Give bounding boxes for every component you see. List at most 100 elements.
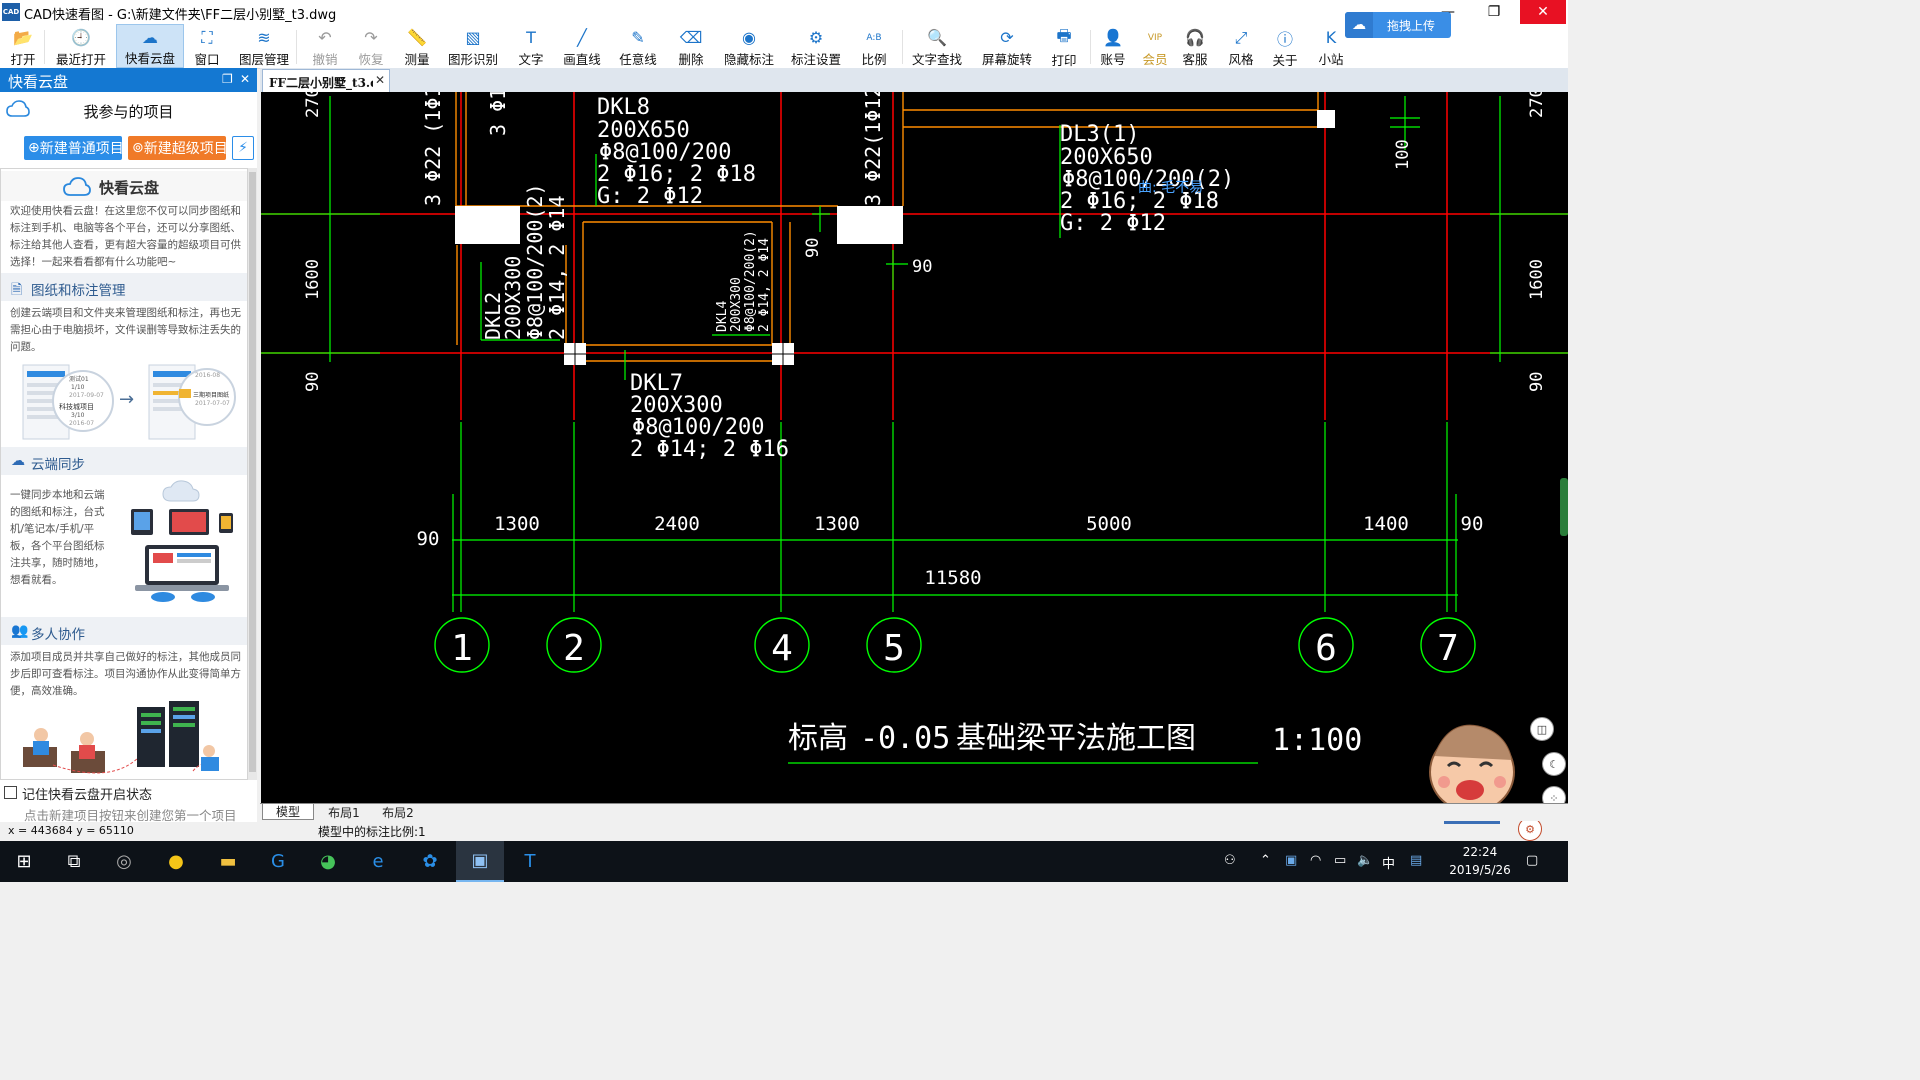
toolbar-folder-button[interactable]: 📂 打开	[0, 24, 46, 68]
toolbar-style-button[interactable]: ⤢ 风格	[1218, 24, 1264, 68]
toolbar-window-button[interactable]: ⛶ 窗口	[186, 24, 228, 68]
tab-close-icon[interactable]: ✕	[375, 73, 385, 87]
panel-close-icon[interactable]: ✕	[240, 72, 250, 86]
left-panel-header: 快看云盘 ❐ ✕	[0, 68, 257, 92]
scrollbar-thumb[interactable]	[249, 172, 256, 772]
toolbar-settings-button[interactable]: ⚙ 标注设置	[784, 24, 848, 68]
toolbar-vip-button[interactable]: VIP 会员	[1136, 24, 1174, 68]
cad-drawing-canvas[interactable]: DKL8 200X650 Φ8@100/200 2 Φ16; 2 Φ18 G: …	[261, 92, 1568, 803]
toolbar-headset-button[interactable]: 🎧 客服	[1174, 24, 1216, 68]
close-button[interactable]: ✕	[1520, 0, 1566, 24]
app-swirl-icon[interactable]: ◎	[100, 841, 148, 882]
illus-label: 3/10	[71, 412, 85, 419]
cloud-upload-icon: ☁	[1345, 12, 1373, 38]
dkl2-size: 200X300	[501, 256, 525, 340]
cloud-sync-illustration	[131, 480, 233, 602]
canvas-scroll-handle[interactable]	[1560, 478, 1568, 536]
app-blue-g-icon[interactable]: G	[254, 841, 302, 882]
dkl4-labels: DKL4 200X300 Φ8@100/200(2) 2 Φ14, 2 Φ14	[715, 230, 772, 332]
dim-5000: 5000	[1086, 513, 1132, 535]
toolbar-text-search-button[interactable]: 🔍 文字查找	[902, 24, 972, 68]
super-project-icon: ⊚	[132, 140, 144, 156]
toolbar-printer-button[interactable]: 🖶 打印	[1040, 24, 1088, 69]
axis-label-7: 7	[1437, 628, 1459, 669]
file-explorer-icon[interactable]: ▬	[204, 841, 252, 882]
ime-indicator[interactable]: 中	[1382, 853, 1395, 872]
toolbar-undo-button[interactable]: ↶ 撤销	[302, 24, 348, 68]
edge-browser-icon[interactable]: e	[354, 841, 402, 882]
clock-date[interactable]: 2019/5/26	[1440, 863, 1520, 877]
right-dim-270: 270	[1527, 92, 1547, 118]
chevron-up-icon[interactable]: ⌃	[1260, 853, 1271, 868]
section-cloud-sync: ☁ 云端同步	[1, 447, 247, 475]
toolbar-label: 撤销	[312, 52, 338, 67]
cloud-intro-header: 快看云盘	[1, 171, 247, 201]
toolbar-cloud-button[interactable]: ☁ 快看云盘	[116, 24, 184, 68]
toolbar-ruler-button[interactable]: 📏 测量	[396, 24, 438, 68]
rotate-icon: ⟳	[1000, 28, 1014, 47]
tab-drawing-file[interactable]: FF二层小别墅_t3.dwg ✕	[262, 69, 390, 92]
toolbar-redo-button[interactable]: ↷ 恢复	[348, 24, 394, 68]
sync-button[interactable]: ⚡	[232, 136, 254, 160]
task-view-icon[interactable]: ⧉	[50, 841, 98, 882]
drag-upload-button[interactable]: ☁ 拖拽上传	[1345, 12, 1451, 38]
toolbar-layers-button[interactable]: ≋ 图层管理	[230, 24, 298, 68]
axis-label-1: 1	[451, 628, 473, 669]
cloud-icon: ☁	[142, 28, 158, 47]
toolbar-line-button[interactable]: ╱ 画直线	[556, 24, 608, 68]
tab-model[interactable]: 模型	[262, 804, 314, 820]
mid-rebar-label: 3 Φ22(1Φ12	[861, 92, 885, 206]
toolbar-text-button[interactable]: T 文字	[508, 24, 554, 68]
info-icon: ⓘ	[1276, 30, 1293, 49]
cad-viewer-taskbar-icon[interactable]: ▣	[456, 841, 504, 882]
tray-app-icon[interactable]: ▣	[1285, 853, 1297, 868]
start-button[interactable]: ⊞	[0, 841, 48, 882]
toolbar-shape-recognize-button[interactable]: ▧ 图形识别	[440, 24, 506, 68]
cloud-sync-icon: ☁	[11, 453, 25, 469]
toolbar-scale-button[interactable]: A:B 比例	[850, 24, 898, 68]
dkl8-g-rebar: G: 2 Φ12	[597, 184, 703, 209]
toolbar-user-button[interactable]: 👤 账号	[1090, 24, 1136, 68]
wifi-icon[interactable]: ◠	[1310, 853, 1321, 868]
tab-layout1[interactable]: 布局1	[318, 804, 370, 820]
user-annotation[interactable]: 曲: 毛不易	[1138, 180, 1203, 196]
toolbar-eraser-button[interactable]: ⌫ 删除	[668, 24, 714, 68]
toolbar-label: 比例	[861, 52, 887, 67]
toolbar-eye-button[interactable]: ◉ 隐藏标注	[716, 24, 782, 68]
section-text: 创建云端项目和文件夹来管理图纸和标注，再也无需担心由于电脑损坏，文件误删等导致标…	[10, 307, 241, 353]
baidu-netdisk-icon[interactable]: ✿	[406, 841, 454, 882]
app-yellow-icon[interactable]: ●	[152, 841, 200, 882]
new-super-project-button[interactable]: ⊚ 新建超级项目	[128, 136, 226, 160]
clock-time[interactable]: 22:24	[1448, 845, 1512, 859]
remember-state-checkbox[interactable]	[4, 786, 17, 799]
collaboration-illustration	[23, 701, 220, 774]
wechat-icon[interactable]: ◕	[304, 841, 352, 882]
section-text: 添加项目成员并共享自己做好的标注，其他成员同步后即可查看标注。项目沟通协作从此变…	[10, 651, 241, 697]
new-normal-project-button[interactable]: ⊕ 新建普通项目	[24, 136, 122, 160]
toolbar-rotate-button[interactable]: ⟳ 屏幕旋转	[972, 24, 1042, 68]
left-panel-footer: 记住快看云盘开启状态 点击新建项目按钮来创建您第一个项目	[0, 780, 257, 823]
tray-user-icon[interactable]: ▤	[1410, 853, 1422, 868]
axis-label-4: 4	[771, 628, 793, 669]
left-dim-270: 270	[303, 92, 323, 118]
moon-icon[interactable]: ☾	[1542, 752, 1566, 776]
illus-label: 1/10	[71, 384, 85, 391]
app-t-icon[interactable]: T	[506, 841, 554, 882]
book-icon[interactable]: ◫	[1530, 717, 1554, 741]
people-icon[interactable]: ⚇	[1224, 853, 1236, 868]
toolbar-clock-button[interactable]: 🕘 最近打开	[48, 24, 114, 68]
toolbar-label: 画直线	[563, 52, 601, 67]
title-bar: CAD CAD快速看图 - G:\新建文件夹\FF二层小别墅_t3.dwg — …	[0, 0, 1568, 24]
windows-taskbar: ⊞ ⧉ ◎ ● ▬ G ◕ e ✿ ▣ T ⚇ ⌃ ▣ ◠ ▭ 🔈 中 ▤ 22…	[0, 841, 1568, 882]
panel-restore-icon[interactable]: ❐	[222, 72, 233, 86]
volume-icon[interactable]: 🔈	[1357, 853, 1373, 868]
left-panel-scrollbar[interactable]	[248, 168, 257, 780]
toolbar-pen-button[interactable]: ✎ 任意线	[610, 24, 666, 68]
battery-icon[interactable]: ▭	[1334, 853, 1346, 868]
toolbar-label: 恢复	[358, 52, 384, 67]
toolbar-info-button[interactable]: ⓘ 关于	[1264, 24, 1306, 68]
tab-layout2[interactable]: 布局2	[372, 804, 424, 820]
notification-icon[interactable]: ▢	[1526, 853, 1538, 868]
maximize-button[interactable]: ❐	[1471, 0, 1517, 24]
text-search-icon: 🔍	[927, 28, 947, 47]
